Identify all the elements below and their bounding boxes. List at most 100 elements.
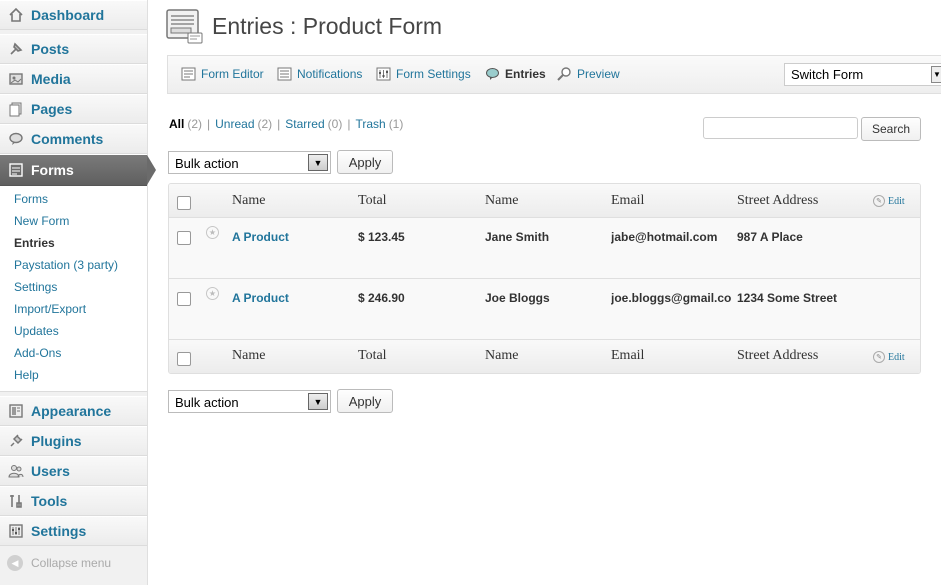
form-editor-icon xyxy=(181,67,196,81)
sidebar-item-media[interactable]: Media xyxy=(0,64,147,94)
bulk-action-select-bottom[interactable]: Bulk action ▼ xyxy=(168,390,331,413)
table-header: Name Total Name Email Street Address ✎ E… xyxy=(169,184,920,218)
filter-all-count: (2) xyxy=(187,117,203,131)
sidebar-item-label: Pages xyxy=(31,101,73,117)
switch-form-label: Switch Form xyxy=(791,67,864,82)
edit-label: Edit xyxy=(888,195,905,207)
form-editor-link[interactable]: Form Editor xyxy=(181,67,264,81)
collapse-menu-label: Collapse menu xyxy=(31,556,112,570)
column-header[interactable]: Street Address xyxy=(737,348,818,364)
forms-page-icon xyxy=(166,9,204,45)
submenu-updates[interactable]: Updates xyxy=(14,324,59,338)
sidebar-item-appearance[interactable]: Appearance xyxy=(0,396,147,426)
form-editor-label: Form Editor xyxy=(201,67,264,81)
select-all-checkbox[interactable] xyxy=(177,352,191,366)
entry-link[interactable]: A Product xyxy=(232,230,352,244)
entries-link[interactable]: Entries xyxy=(485,67,546,81)
table-cell: Joe Bloggs xyxy=(485,291,550,305)
chevron-down-icon: ▼ xyxy=(308,393,328,410)
gear-icon: ✎ xyxy=(873,351,885,363)
column-header[interactable]: Name xyxy=(232,348,265,364)
appearance-icon xyxy=(7,403,25,419)
filter-unread-count: (2) xyxy=(257,117,273,131)
row-checkbox[interactable] xyxy=(177,292,191,306)
bulk-action-select-top[interactable]: Bulk action ▼ xyxy=(168,151,331,174)
collapse-arrow-icon: ◀ xyxy=(7,555,23,571)
tools-icon xyxy=(7,493,25,509)
notifications-icon xyxy=(277,67,292,81)
search-button[interactable]: Search xyxy=(861,117,921,141)
notifications-link[interactable]: Notifications xyxy=(277,67,362,81)
sidebar-item-label: Plugins xyxy=(31,433,82,449)
sidebar-item-label: Tools xyxy=(31,493,68,509)
edit-columns-link[interactable]: ✎ Edit xyxy=(873,195,905,207)
pin-icon xyxy=(7,41,25,57)
form-settings-label: Form Settings xyxy=(396,67,471,81)
filter-starred[interactable]: Starred xyxy=(285,117,324,131)
sidebar-item-label: Appearance xyxy=(31,403,112,419)
star-icon[interactable]: ★ xyxy=(206,226,219,239)
notifications-label: Notifications xyxy=(297,67,363,81)
star-icon[interactable]: ★ xyxy=(206,287,219,300)
comment-icon xyxy=(7,131,25,147)
forms-submenu: Forms New Form Entries Paystation (3 par… xyxy=(0,186,147,392)
entries-icon xyxy=(485,67,500,81)
sidebar-item-dashboard[interactable]: Dashboard xyxy=(0,0,147,30)
entry-link[interactable]: A Product xyxy=(232,291,352,305)
media-icon xyxy=(7,71,25,87)
submenu-help[interactable]: Help xyxy=(14,368,39,382)
collapse-menu-button[interactable]: ◀ Collapse menu xyxy=(7,555,111,571)
submenu-forms[interactable]: Forms xyxy=(14,192,48,206)
filter-separator: | xyxy=(277,117,281,131)
column-header[interactable]: Email xyxy=(611,348,644,364)
sidebar-item-label: Media xyxy=(31,71,71,87)
sidebar-item-users[interactable]: Users xyxy=(0,456,147,486)
form-toolbar: Form Editor Notifications Form Settings … xyxy=(167,55,941,94)
sidebar-item-comments[interactable]: Comments xyxy=(0,124,147,154)
column-header[interactable]: Total xyxy=(358,348,387,364)
table-cell: joe.bloggs@gmail.com xyxy=(611,291,731,305)
sidebar-item-plugins[interactable]: Plugins xyxy=(0,426,147,456)
bulk-action-label: Bulk action xyxy=(175,395,239,410)
form-settings-link[interactable]: Form Settings xyxy=(376,67,471,81)
form-settings-icon xyxy=(376,67,391,81)
submenu-import-export[interactable]: Import/Export xyxy=(14,302,86,316)
edit-columns-link[interactable]: ✎ Edit xyxy=(873,351,905,363)
preview-link[interactable]: Preview xyxy=(557,67,620,81)
submenu-add-ons[interactable]: Add-Ons xyxy=(14,346,61,360)
sidebar-item-pages[interactable]: Pages xyxy=(0,94,147,124)
filter-trash-count: (1) xyxy=(388,117,404,131)
submenu-new-form[interactable]: New Form xyxy=(14,214,69,228)
submenu-paystation[interactable]: Paystation (3 party) xyxy=(14,258,118,272)
pages-icon xyxy=(7,101,25,117)
chevron-down-icon: ▼ xyxy=(931,66,941,83)
column-header[interactable]: Total xyxy=(358,193,387,209)
column-header[interactable]: Name xyxy=(485,348,518,364)
table-cell: 987 A Place xyxy=(737,230,803,244)
apply-button-bottom[interactable]: Apply xyxy=(337,389,393,413)
select-all-checkbox[interactable] xyxy=(177,196,191,210)
switch-form-select[interactable]: Switch Form ▼ xyxy=(784,63,941,86)
filter-all[interactable]: All xyxy=(169,117,184,131)
page-title: Entries : Product Form xyxy=(212,13,443,39)
column-header[interactable]: Name xyxy=(485,193,518,209)
plug-icon xyxy=(7,433,25,449)
sidebar-item-tools[interactable]: Tools xyxy=(0,486,147,516)
sidebar-item-forms[interactable]: Forms xyxy=(0,154,156,186)
column-header[interactable]: Name xyxy=(232,193,265,209)
sidebar-item-posts[interactable]: Posts xyxy=(0,34,147,64)
table-cell: $ 123.45 xyxy=(358,230,405,244)
filter-trash[interactable]: Trash xyxy=(355,117,385,131)
sidebar-item-settings[interactable]: Settings xyxy=(0,516,147,546)
filter-unread[interactable]: Unread xyxy=(215,117,254,131)
row-checkbox[interactable] xyxy=(177,231,191,245)
sidebar-item-label: Forms xyxy=(31,162,74,178)
submenu-entries[interactable]: Entries xyxy=(14,236,55,250)
apply-button-top[interactable]: Apply xyxy=(337,150,393,174)
column-header[interactable]: Email xyxy=(611,193,644,209)
table-row: ★ A Product $ 246.90 Joe Bloggs joe.blog… xyxy=(169,278,920,339)
search-input[interactable] xyxy=(703,117,858,139)
submenu-settings[interactable]: Settings xyxy=(14,280,57,294)
column-header[interactable]: Street Address xyxy=(737,193,818,209)
entries-label: Entries xyxy=(505,67,546,81)
